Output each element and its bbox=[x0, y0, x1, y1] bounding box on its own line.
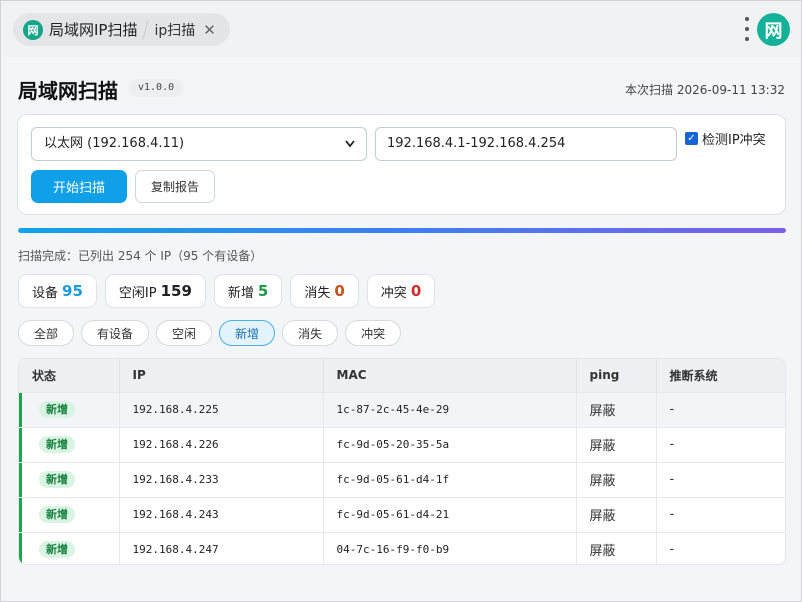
table-header-row: 状态 IP MAC ping 推断系统 bbox=[19, 359, 785, 392]
status-cell: 新增 bbox=[19, 531, 120, 564]
stat-label: 消失 bbox=[304, 285, 331, 301]
mac-cell: fc-9d-05-61-d4-21 bbox=[323, 496, 577, 532]
stat-chip: 设备 95 bbox=[18, 274, 97, 308]
stat-chip: 消失 0 bbox=[290, 274, 359, 308]
ip-cell: 192.168.4.243 bbox=[119, 496, 324, 532]
filter-pill[interactable]: 空闲 bbox=[156, 320, 213, 346]
status-badge: 新增 bbox=[39, 471, 75, 488]
status-cell: 新增 bbox=[19, 496, 120, 532]
conflict-check-toggle[interactable]: ✓ 检测IP冲突 bbox=[685, 129, 766, 148]
tab-label: 局域网IP扫描 bbox=[49, 21, 138, 39]
copy-report-button[interactable]: 复制报告 bbox=[135, 170, 215, 203]
stat-value: 95 bbox=[62, 282, 83, 300]
stat-label: 新增 bbox=[227, 285, 254, 301]
ping-cell: 屏蔽 bbox=[576, 531, 657, 564]
interface-select[interactable]: 以太网 (192.168.4.11) bbox=[31, 127, 367, 161]
os-cell: - bbox=[656, 426, 785, 462]
stats-row: 设备 95 空闲IP 159 新增 5 消失 0 冲突 0 bbox=[18, 274, 436, 308]
column-header[interactable]: 状态 bbox=[19, 359, 120, 392]
os-cell: - bbox=[656, 461, 785, 497]
version-badge: v1.0.0 bbox=[129, 79, 184, 97]
ip-cell: 192.168.4.225 bbox=[119, 391, 324, 427]
filter-pill[interactable]: 全部 bbox=[18, 320, 75, 346]
status-badge: 新增 bbox=[39, 401, 75, 418]
interface-value: 以太网 (192.168.4.11) bbox=[44, 136, 185, 151]
mac-cell: 04-7c-16-f9-f0-b9 bbox=[323, 531, 577, 564]
stat-value: 159 bbox=[160, 282, 192, 300]
app-badge-icon[interactable]: 网 bbox=[757, 13, 790, 46]
os-cell: - bbox=[656, 496, 785, 532]
close-icon[interactable]: ✕ bbox=[203, 21, 216, 39]
filter-pill[interactable]: 有设备 bbox=[81, 320, 150, 346]
scan-controls-card: 以太网 (192.168.4.11) 192.168.4.1-192.168.4… bbox=[17, 114, 786, 215]
mac-cell: fc-9d-05-61-d4-1f bbox=[323, 461, 577, 497]
filter-pill[interactable]: 冲突 bbox=[345, 320, 402, 346]
column-header[interactable]: 推断系统 bbox=[656, 359, 785, 392]
app-window: 网 局域网IP扫描 ip扫描 ✕ 网 局域网扫描 v1.0.0 本次扫描 202… bbox=[0, 0, 802, 602]
os-cell: - bbox=[656, 531, 785, 564]
tab-strip: 网 局域网IP扫描 ip扫描 ✕ bbox=[13, 13, 230, 46]
table-row[interactable]: 新增 192.168.4.225 1c-87-2c-45-4e-29 屏蔽 - bbox=[19, 391, 785, 427]
checkbox-checked-icon[interactable]: ✓ bbox=[685, 132, 698, 145]
stat-label: 空闲IP bbox=[118, 285, 157, 301]
tab-ip-scan[interactable]: ip扫描 ✕ bbox=[150, 13, 223, 46]
ip-cell: 192.168.4.247 bbox=[119, 531, 324, 564]
stat-value: 5 bbox=[257, 282, 269, 300]
stat-value: 0 bbox=[410, 282, 422, 300]
table-row[interactable]: 新增 192.168.4.243 fc-9d-05-61-d4-21 屏蔽 - bbox=[19, 496, 785, 532]
scan-progress-bar bbox=[18, 228, 786, 233]
tab-bar: 网 局域网IP扫描 ip扫描 ✕ 网 bbox=[1, 1, 801, 57]
filter-pill[interactable]: 消失 bbox=[282, 320, 339, 346]
page-title: 局域网扫描 bbox=[18, 79, 118, 103]
stat-chip: 新增 5 bbox=[213, 274, 283, 308]
table-row[interactable]: 新增 192.168.4.226 fc-9d-05-20-35-5a 屏蔽 - bbox=[19, 426, 785, 462]
mac-cell: fc-9d-05-20-35-5a bbox=[323, 426, 577, 462]
table-row[interactable]: 新增 192.168.4.247 04-7c-16-f9-f0-b9 屏蔽 - bbox=[19, 531, 785, 564]
ping-cell: 屏蔽 bbox=[576, 461, 657, 497]
ip-range-input[interactable]: 192.168.4.1-192.168.4.254 bbox=[375, 127, 677, 161]
mac-cell: 1c-87-2c-45-4e-29 bbox=[323, 391, 577, 427]
os-cell: - bbox=[656, 391, 785, 427]
column-header[interactable]: MAC bbox=[323, 359, 577, 392]
more-vertical-icon[interactable] bbox=[743, 17, 751, 41]
status-badge: 新增 bbox=[39, 506, 75, 523]
stat-label: 设备 bbox=[32, 285, 59, 301]
filter-pills: 全部 有设备 空闲 新增 消失 冲突 bbox=[18, 320, 402, 346]
table-row[interactable]: 新增 192.168.4.233 fc-9d-05-61-d4-1f 屏蔽 - bbox=[19, 461, 785, 497]
ip-cell: 192.168.4.233 bbox=[119, 461, 324, 497]
column-header[interactable]: IP bbox=[119, 359, 324, 392]
column-header[interactable]: ping bbox=[576, 359, 657, 392]
status-badge: 新增 bbox=[39, 436, 75, 453]
status-cell: 新增 bbox=[19, 391, 120, 427]
scan-status-text: 扫描完成：已列出 254 个 IP（95 个有设备） bbox=[18, 249, 263, 263]
status-cell: 新增 bbox=[19, 426, 120, 462]
tab-lan-ip-scan[interactable]: 网 局域网IP扫描 bbox=[19, 13, 145, 46]
results-table: 状态 IP MAC ping 推断系统 新增 192.168.4.225 1c-87-2c-… bbox=[18, 358, 786, 565]
stat-chip: 冲突 0 bbox=[366, 274, 436, 308]
stat-value: 0 bbox=[334, 282, 345, 300]
scan-timestamp: 本次扫描 2026-09-11 13:32 bbox=[625, 83, 785, 97]
app-logo-icon: 网 bbox=[23, 19, 43, 40]
progress-fill bbox=[18, 228, 786, 233]
stat-chip: 空闲IP 159 bbox=[104, 274, 206, 308]
ping-cell: 屏蔽 bbox=[576, 426, 657, 462]
ping-cell: 屏蔽 bbox=[576, 391, 657, 427]
status-cell: 新增 bbox=[19, 461, 120, 497]
start-scan-button[interactable]: 开始扫描 bbox=[31, 170, 127, 203]
conflict-check-label: 检测IP冲突 bbox=[702, 133, 766, 148]
tab-label: ip扫描 bbox=[154, 22, 196, 39]
stat-label: 冲突 bbox=[380, 285, 407, 301]
filter-pill[interactable]: 新增 bbox=[219, 320, 276, 346]
ip-cell: 192.168.4.226 bbox=[119, 426, 324, 462]
chevron-down-icon bbox=[344, 128, 356, 172]
status-badge: 新增 bbox=[39, 541, 75, 559]
ping-cell: 屏蔽 bbox=[576, 496, 657, 532]
